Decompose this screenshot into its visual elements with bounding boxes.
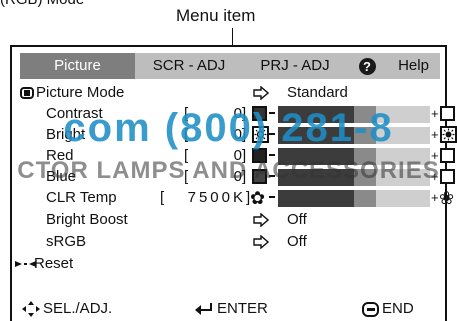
right-arrow-icon bbox=[253, 213, 269, 227]
plus-icon: + bbox=[431, 127, 439, 142]
right-arrow-icon bbox=[253, 86, 269, 100]
picture-mode-value: Standard bbox=[287, 84, 348, 101]
picture-mode-label: Picture Mode bbox=[36, 84, 125, 101]
minus-icon bbox=[269, 154, 275, 156]
end-label: END bbox=[382, 300, 414, 317]
menu-item-callout: Menu item bbox=[176, 6, 256, 25]
contrast-high-icon bbox=[440, 106, 455, 121]
plus-icon: + bbox=[431, 169, 439, 184]
reset-label: Reset bbox=[34, 255, 74, 272]
tab-help[interactable]: Help bbox=[387, 53, 440, 79]
sun-dim-icon bbox=[252, 126, 269, 143]
bracket-open: [ bbox=[184, 168, 189, 185]
sun-bright-icon bbox=[440, 126, 457, 143]
clr-temp-value: 7500K bbox=[187, 189, 246, 206]
enter-arrow-icon bbox=[195, 303, 212, 315]
contrast-row[interactable]: Contrast [ 0 ] + bbox=[12, 103, 455, 125]
red-high-icon bbox=[440, 148, 455, 163]
bracket-close: ] bbox=[242, 147, 247, 164]
bracket-close: ] bbox=[242, 126, 247, 143]
bright-boost-value: Off bbox=[287, 211, 307, 228]
picture-mode-row[interactable]: Picture Mode Standard bbox=[12, 82, 449, 104]
minus-icon bbox=[269, 112, 275, 114]
srgb-label: sRGB bbox=[46, 233, 87, 250]
osd-menu-panel: Picture SCR - ADJ PRJ - ADJ ? Help Pictu… bbox=[10, 45, 457, 321]
menu-tab-bar: Picture SCR - ADJ PRJ - ADJ ? Help bbox=[20, 53, 440, 79]
slider-fill bbox=[278, 106, 354, 123]
clover-filled-icon: ❀ bbox=[439, 188, 455, 208]
bracket-open: [ bbox=[184, 126, 189, 143]
contrast-label: Contrast bbox=[46, 105, 103, 122]
section-caption: (RGB) Mode bbox=[0, 0, 84, 8]
bright-row[interactable]: Bright [ 0 ] + bbox=[12, 124, 457, 146]
footer-end: END bbox=[362, 297, 414, 321]
right-arrow-icon bbox=[253, 235, 269, 249]
tab-picture[interactable]: Picture bbox=[20, 53, 135, 79]
blue-low-icon bbox=[252, 169, 267, 184]
contrast-low-icon bbox=[252, 106, 267, 121]
slider-thumb[interactable] bbox=[354, 190, 376, 207]
red-label: Red bbox=[46, 147, 74, 164]
enter-label: ENTER bbox=[217, 300, 268, 317]
bright-label: Bright bbox=[46, 126, 86, 143]
red-value: 0 bbox=[233, 147, 242, 164]
four-way-arrow-icon bbox=[22, 301, 40, 317]
bracket-open: [ bbox=[184, 147, 189, 164]
reset-row[interactable]: Reset bbox=[12, 253, 449, 275]
slider-fill bbox=[278, 190, 354, 207]
blue-high-icon bbox=[440, 169, 455, 184]
clr-temp-label: CLR Temp bbox=[46, 189, 117, 206]
slider-thumb[interactable] bbox=[354, 148, 376, 165]
clr-temp-slider[interactable] bbox=[278, 190, 430, 207]
red-low-icon bbox=[252, 148, 267, 163]
minus-icon bbox=[269, 133, 275, 135]
plus-icon: + bbox=[431, 106, 439, 121]
blue-label: Blue bbox=[46, 168, 77, 185]
bright-value: 0 bbox=[233, 126, 242, 143]
blue-slider[interactable] bbox=[278, 169, 430, 186]
picture-mode-icon bbox=[20, 87, 34, 99]
slider-thumb[interactable] bbox=[354, 127, 376, 144]
footer-sel-adj: SEL./ADJ. bbox=[22, 297, 112, 321]
srgb-value: Off bbox=[287, 233, 307, 250]
red-row[interactable]: Red [ 0 ] + bbox=[12, 145, 455, 167]
blue-value: 0 bbox=[233, 168, 242, 185]
help-icon: ? bbox=[358, 57, 376, 75]
sel-adj-label: SEL./ADJ. bbox=[43, 300, 113, 317]
slider-thumb[interactable] bbox=[354, 106, 376, 123]
bright-boost-label: Bright Boost bbox=[46, 211, 128, 228]
plus-icon: + bbox=[431, 148, 439, 163]
slider-fill bbox=[278, 148, 354, 165]
minus-icon bbox=[269, 175, 275, 177]
bracket-close: ] bbox=[242, 168, 247, 185]
bracket-open: [ bbox=[184, 105, 189, 122]
srgb-row[interactable]: sRGB Off bbox=[12, 231, 449, 253]
bright-boost-row[interactable]: Bright Boost Off bbox=[12, 209, 449, 231]
blue-row[interactable]: Blue [ 0 ] + bbox=[12, 166, 455, 188]
bright-slider[interactable] bbox=[278, 127, 430, 144]
tab-prj-adj[interactable]: PRJ - ADJ bbox=[243, 53, 347, 79]
slider-fill bbox=[278, 169, 354, 186]
clover-outline-icon: ✿ bbox=[250, 188, 266, 208]
bracket-close: ] bbox=[242, 105, 247, 122]
menu-button-icon bbox=[362, 301, 379, 317]
slider-thumb[interactable] bbox=[354, 169, 376, 186]
clr-temp-row[interactable]: CLR Temp [ 7500K ] ✿ + ❀ bbox=[12, 187, 454, 209]
tab-help-icon[interactable]: ? bbox=[347, 53, 387, 79]
red-slider[interactable] bbox=[278, 148, 430, 165]
minus-icon bbox=[269, 196, 275, 198]
tab-scr-adj[interactable]: SCR - ADJ bbox=[135, 53, 243, 79]
slider-fill bbox=[278, 127, 354, 144]
footer-enter: ENTER bbox=[194, 297, 268, 321]
contrast-slider[interactable] bbox=[278, 106, 430, 123]
osd-footer: SEL./ADJ. ENTER END bbox=[12, 297, 449, 321]
plus-icon: + bbox=[431, 190, 439, 205]
contrast-value: 0 bbox=[233, 105, 242, 122]
